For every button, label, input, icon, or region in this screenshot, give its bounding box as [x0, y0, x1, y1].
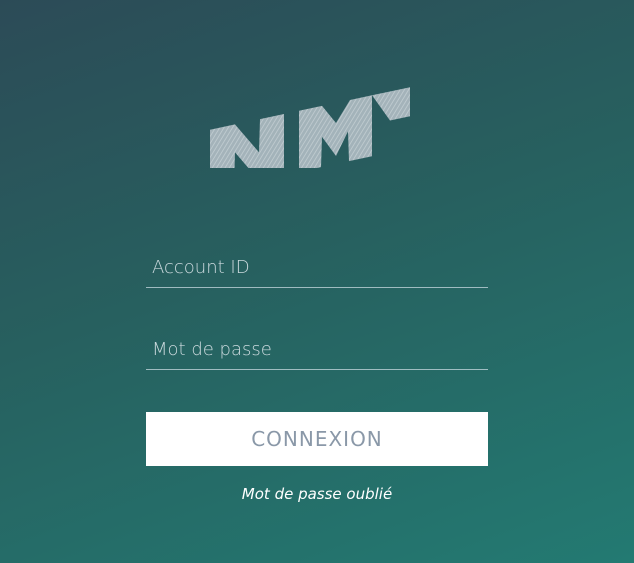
- forgot-password-link[interactable]: Mot de passe oublié: [146, 485, 488, 503]
- login-button[interactable]: CONNEXION: [146, 412, 488, 466]
- logo: [204, 48, 420, 168]
- password-field[interactable]: [146, 330, 488, 370]
- nm-logo-icon: [210, 87, 410, 168]
- account-id-field[interactable]: [146, 248, 488, 288]
- account-id-input[interactable]: [146, 248, 488, 287]
- password-input[interactable]: [146, 330, 488, 369]
- login-screen: CONNEXION Mot de passe oublié: [0, 0, 634, 563]
